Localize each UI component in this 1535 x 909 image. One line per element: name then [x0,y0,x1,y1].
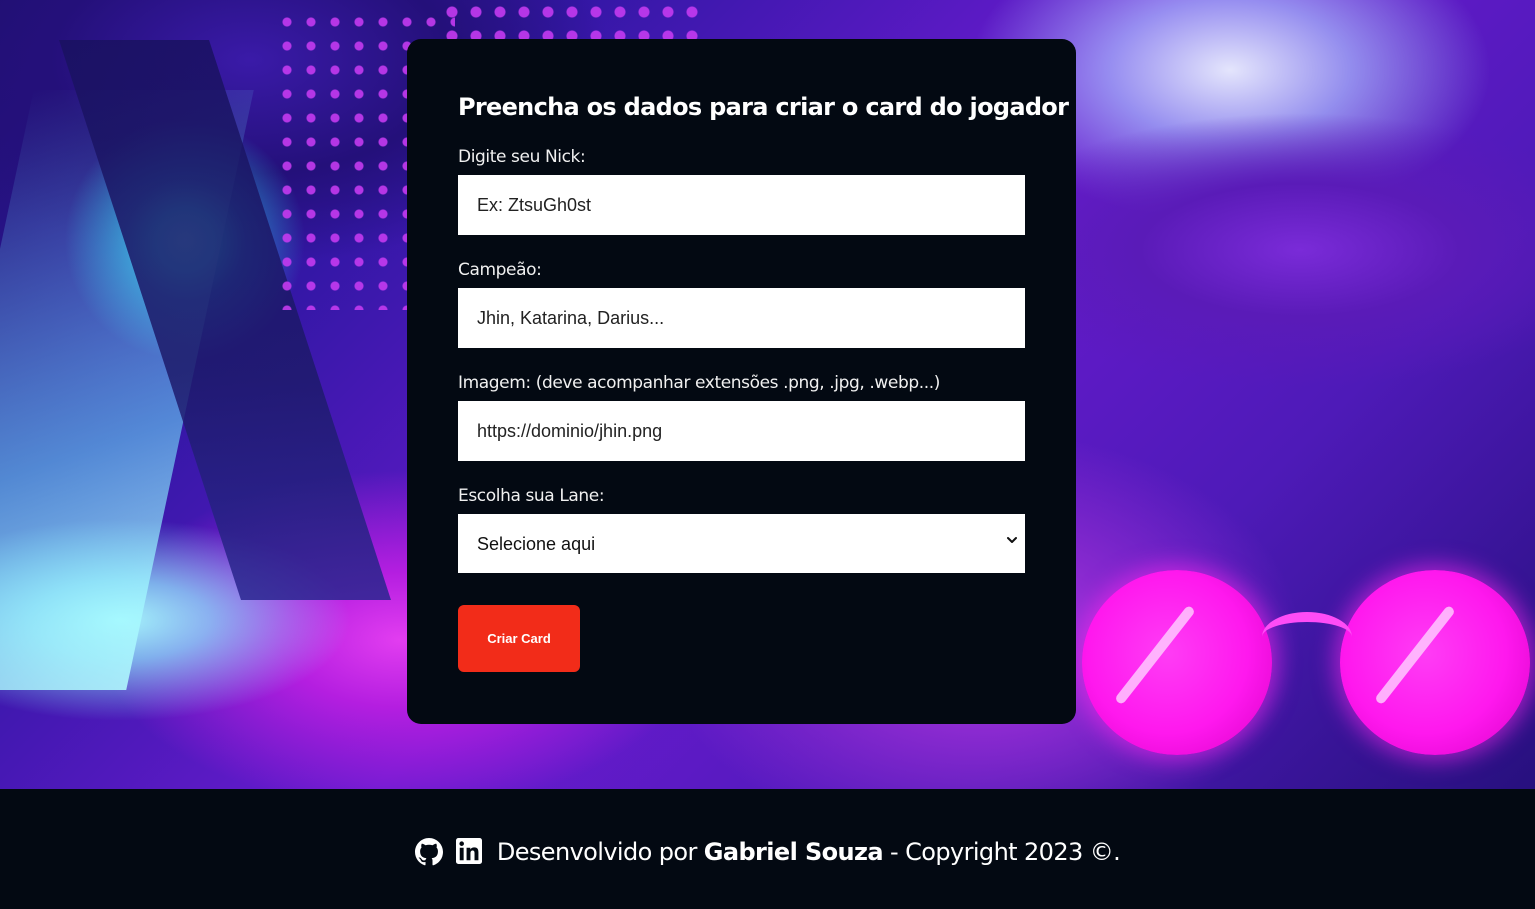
lane-select-wrapper: Selecione aqui [458,514,1025,573]
background-art-glasses-right [1340,570,1530,755]
image-url-input[interactable] [458,401,1025,461]
image-label: Imagem: (deve acompanhar extensões .png,… [458,373,941,393]
footer-author: Gabriel Souza [703,838,884,866]
footer-content: Desenvolvido por Gabriel Souza - Copyrig… [414,838,1121,866]
background-art-glasses-bridge [1262,612,1352,662]
create-card-button[interactable]: Criar Card [458,605,580,672]
nick-input[interactable] [458,175,1025,235]
background-art-dots-top [440,0,700,40]
github-icon[interactable] [414,838,443,866]
linkedin-icon[interactable] [455,838,484,866]
nick-label: Digite seu Nick: [458,147,586,167]
champion-label: Campeão: [458,260,542,280]
lane-select[interactable]: Selecione aqui [458,514,1025,573]
footer-copyright: - Copyright 2023 ©. [883,838,1121,866]
champion-input[interactable] [458,288,1025,348]
footer: Desenvolvido por Gabriel Souza - Copyrig… [0,789,1535,909]
footer-prefix: Desenvolvido por [496,838,704,866]
lane-label: Escolha sua Lane: [458,486,605,506]
player-card-form: Preencha os dados para criar o card do j… [407,39,1076,724]
form-title: Preencha os dados para criar o card do j… [458,93,1069,121]
background-art-glasses-left [1082,570,1272,755]
